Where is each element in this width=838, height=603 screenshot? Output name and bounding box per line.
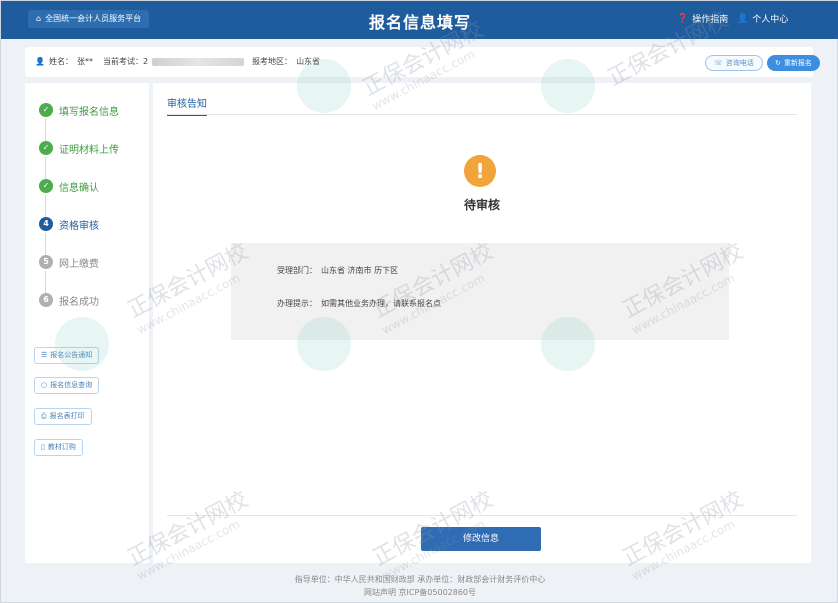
step-confirm-info: ✓ 信息确认 <box>39 178 99 194</box>
platform-home-button[interactable]: ⌂ 全国统一会计人员服务平台 <box>28 10 150 28</box>
print-icon: ⎙ <box>41 412 47 420</box>
list-icon: ☰ <box>41 351 48 359</box>
book-icon: ▯ <box>41 443 45 451</box>
tab-review-notice[interactable]: 审核告知 <box>167 95 207 116</box>
user-center-link[interactable]: 👤 个人中心 <box>737 12 788 26</box>
exam-label: 当前考试：2 <box>102 57 149 66</box>
step-upload-docs: ✓ 证明材料上传 <box>39 140 119 156</box>
area-label: 报考地区： <box>252 57 293 66</box>
status-title: 待审核 <box>463 198 500 212</box>
step-qualification-review: 4 资格审核 <box>39 216 99 232</box>
step-connector <box>45 195 46 217</box>
help-icon: ❓ <box>677 13 689 24</box>
step-online-payment: 5 网上缴费 <box>39 254 99 270</box>
candidate-info-bar: 👤 姓名： 张** 当前考试：2 报考地区： 山东省 ☏ 咨询电话 ↻ 重新报名 <box>25 47 820 77</box>
step-number-badge: 6 <box>39 293 53 307</box>
app-window: ⌂ 全国统一会计人员服务平台 报名信息填写 ❓ 操作指南 👤 个人中心 👤 姓名… <box>0 0 838 603</box>
phone-icon: ☏ <box>714 59 723 67</box>
step-connector <box>45 233 46 255</box>
name-value: 张** <box>76 57 93 66</box>
warning-icon: ! <box>464 155 496 187</box>
check-icon: ✓ <box>39 179 53 193</box>
check-icon: ✓ <box>39 141 53 155</box>
review-details: 受理部门： 山东省 济南市 历下区 办理提示： 如需其他业务办理，请联系报名点 <box>231 243 729 340</box>
print-form-button[interactable]: ⎙ 报名表打印 <box>34 408 92 425</box>
modify-info-button[interactable]: 修改信息 <box>421 527 541 551</box>
search-icon: ○ <box>41 381 48 389</box>
check-icon: ✓ <box>39 103 53 117</box>
registration-query-button[interactable]: ○ 报名信息查询 <box>34 377 100 394</box>
textbook-order-button[interactable]: ▯ 教材订购 <box>34 439 83 456</box>
step-number-badge: 5 <box>39 255 53 269</box>
step-connector <box>45 157 46 179</box>
user-icon: 👤 <box>737 13 749 24</box>
tip-row: 办理提示： 如需其他业务办理，请联系报名点 <box>277 299 441 308</box>
progress-sidebar: ✓ 填写报名信息 ✓ 证明材料上传 ✓ 信息确认 4 资格审核 5 网上缴费 6… <box>25 83 149 563</box>
action-divider <box>167 515 797 516</box>
step-connector <box>45 119 46 141</box>
step-fill-info: ✓ 填写报名信息 <box>39 102 119 118</box>
platform-label: 全国统一会计人员服务平台 <box>45 14 142 23</box>
step-number-badge: 4 <box>39 217 53 231</box>
step-registration-success: 6 报名成功 <box>39 292 99 308</box>
notice-button[interactable]: ☰ 报名公告通知 <box>34 347 100 364</box>
name-label: 姓名： <box>48 57 73 66</box>
home-icon: ⌂ <box>36 14 42 23</box>
refresh-icon: ↻ <box>775 59 781 67</box>
reregister-button[interactable]: ↻ 重新报名 <box>767 55 820 71</box>
user-icon: 👤 <box>35 57 45 66</box>
footer-icp: 网站声明 京ICP备05002860号 <box>363 588 477 597</box>
tab-divider <box>167 114 797 115</box>
dept-row: 受理部门： 山东省 济南市 历下区 <box>277 266 399 275</box>
footer-sponsors: 指导单位：中华人民共和国财政部 承办单位：财政部会计财务评价中心 <box>294 575 546 584</box>
step-connector <box>45 271 46 293</box>
top-header: ⌂ 全国统一会计人员服务平台 报名信息填写 ❓ 操作指南 👤 个人中心 <box>1 1 838 39</box>
phone-query-button[interactable]: ☏ 咨询电话 <box>705 55 763 71</box>
area-value: 山东省 <box>296 57 321 66</box>
candidate-info: 👤 姓名： 张** 当前考试：2 报考地区： 山东省 <box>35 56 320 67</box>
guide-link[interactable]: ❓ 操作指南 <box>677 12 728 26</box>
main-panel: 审核告知 ! 待审核 受理部门： 山东省 济南市 历下区 办理提示： 如需其他业… <box>153 83 811 563</box>
redacted-exam-value <box>152 57 245 66</box>
